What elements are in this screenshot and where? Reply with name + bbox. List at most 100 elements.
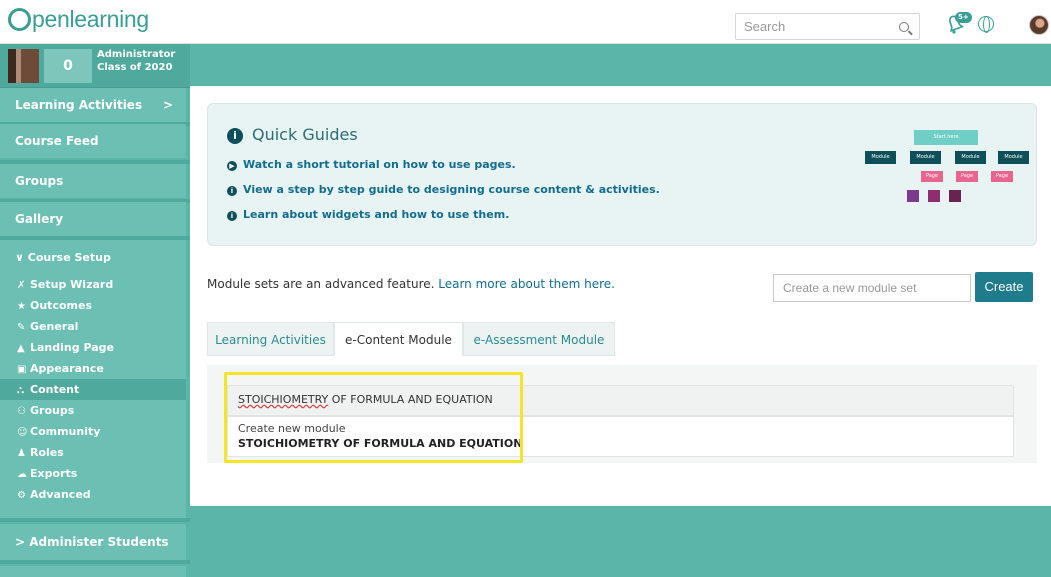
module-name-rest: OF FORMULA AND EQUATION <box>328 393 493 406</box>
wizard-icon: ✗ <box>17 280 26 291</box>
user-class: Class of 2020 <box>97 62 173 73</box>
guide-link-step-by-step[interactable]: i View a step by step guide to designing … <box>227 183 660 196</box>
quick-guides-panel: i Quick Guides ▶ Watch a short tutorial on… <box>207 103 1037 246</box>
star-icon: ★ <box>17 301 26 312</box>
search-icon[interactable] <box>899 22 909 32</box>
diagram-widget-node <box>928 190 940 202</box>
new-module-set-input[interactable] <box>783 281 963 295</box>
tab-e-assessment-module[interactable]: e-Assessment Module <box>463 322 615 356</box>
create-button[interactable]: Create <box>975 272 1033 302</box>
diagram-page-node: Page <box>956 171 978 182</box>
search-box[interactable] <box>735 13 920 40</box>
module-name-input[interactable]: STOICHIOMETRY OF FORMULA AND EQUATION <box>227 385 1014 416</box>
sitemap-icon: ⛬ <box>17 385 24 396</box>
info-icon: i <box>227 128 243 144</box>
quick-guides-heading: Quick Guides <box>252 125 358 144</box>
user-score: 0 <box>44 49 92 83</box>
setup-item-roles[interactable]: ♟ Roles <box>0 442 186 463</box>
setup-item-label: Setup Wizard <box>30 278 114 291</box>
chevron-right-icon: > <box>163 98 174 112</box>
nav-administer-students[interactable]: > Administer Students <box>0 524 186 560</box>
setup-item-landing-page[interactable]: ▲ Landing Page <box>0 337 186 358</box>
setup-item-label: Advanced <box>30 488 91 501</box>
setup-item-content[interactable]: ⛬ Content <box>0 379 186 400</box>
setup-item-groups[interactable]: ⚇ Groups <box>0 400 186 421</box>
diagram-widget-node <box>907 190 919 202</box>
module-sets-learn-more-link[interactable]: Learn more about them here. <box>438 277 615 291</box>
notification-badge: 5+ <box>955 12 972 23</box>
setup-item-label: Appearance <box>30 362 104 375</box>
divider <box>0 560 190 564</box>
nav-gallery[interactable]: Gallery <box>0 202 186 236</box>
nav-learning-activities[interactable]: Learning Activities > <box>0 88 186 122</box>
user-info[interactable]: Administrator Class of 2020 <box>97 48 175 74</box>
nav-label: Learning Activities <box>15 98 143 112</box>
gear-icon: ⚙ <box>17 490 26 501</box>
course-setup-toggle[interactable]: ∨ Course Setup <box>15 251 111 264</box>
setup-item-label: Landing Page <box>30 341 114 354</box>
new-module-set-field[interactable] <box>773 274 971 302</box>
notifications-button[interactable]: 5+ <box>943 12 972 38</box>
globe-icon[interactable] <box>978 16 994 33</box>
module-sets-text: Module sets are an advanced feature. Lea… <box>207 277 615 291</box>
diagram-start-node: Start here <box>914 130 978 145</box>
setup-item-appearance[interactable]: ▣ Appearance <box>0 358 186 379</box>
user-photo[interactable] <box>8 49 39 83</box>
diagram-module-node: Module <box>998 151 1029 164</box>
search-input[interactable] <box>744 19 884 34</box>
setup-item-outcomes[interactable]: ★ Outcomes <box>0 295 186 316</box>
setup-item-label: Community <box>30 425 101 438</box>
setup-item-label: Roles <box>30 446 64 459</box>
divider <box>0 518 190 522</box>
info-icon: i <box>227 186 237 196</box>
diagram-page-node: Page <box>991 171 1013 182</box>
guide-link-tutorial[interactable]: ▶ Watch a short tutorial on how to use pa… <box>227 158 516 171</box>
course-setup-section: ∨ Course Setup ✗ Setup Wizard ★ Outcomes ✎… <box>0 240 186 518</box>
diagram-module-node: Module <box>955 151 986 164</box>
setup-item-exports[interactable]: ☁ Exports <box>0 463 186 484</box>
nav-label: Administer Students <box>29 535 169 549</box>
users-icon: ⚇ <box>17 406 26 417</box>
misspelled-word: STOICHIOMETRY <box>238 393 329 406</box>
setup-item-label: Exports <box>30 467 78 480</box>
user-box: 0 Administrator Class of 2020 <box>0 44 190 88</box>
create-module-suggestion[interactable]: Create new module STOICHIOMETRY OF FORMU… <box>227 416 1014 457</box>
setup-item-setup-wizard[interactable]: ✗ Setup Wizard <box>0 274 186 295</box>
setup-item-advanced[interactable]: ⚙ Advanced <box>0 484 186 505</box>
sidebar: 0 Administrator Class of 2020 Learning A… <box>0 44 190 577</box>
diagram-module-node: Module <box>865 151 896 164</box>
module-content-area: STOICHIOMETRY OF FORMULA AND EQUATION Cr… <box>207 365 1037 463</box>
tab-learning-activities[interactable]: Learning Activities <box>207 322 334 356</box>
diagram-widget-node <box>949 190 961 202</box>
setup-item-general[interactable]: ✎ General <box>0 316 186 337</box>
tab-e-content-module[interactable]: e-Content Module <box>334 322 463 356</box>
course-structure-diagram: Start here Module Module Module Module P… <box>848 127 1038 237</box>
image-icon: ▣ <box>17 364 27 375</box>
nav-label: Groups <box>15 174 64 188</box>
guide-link-text: View a step by step guide to designing c… <box>243 183 660 196</box>
landing-icon: ▲ <box>17 343 25 354</box>
guide-link-widgets[interactable]: i Learn about widgets and how to use them… <box>227 208 509 221</box>
course-setup-label: Course Setup <box>27 251 111 264</box>
user-icon: ♟ <box>17 448 26 459</box>
nav-course-feed[interactable]: Course Feed <box>0 124 186 158</box>
play-icon: ▶ <box>227 161 237 171</box>
setup-item-label: Content <box>30 383 80 396</box>
logo-o-icon <box>8 8 31 31</box>
info-icon: i <box>227 211 237 221</box>
chevron-down-icon: ∨ <box>15 251 28 264</box>
nav-assessment[interactable] <box>0 566 186 577</box>
quick-guides-title: i Quick Guides <box>227 125 358 144</box>
user-name: Administrator <box>97 49 176 60</box>
setup-item-community[interactable]: ☺ Community <box>0 421 186 442</box>
module-sets-description: Module sets are an advanced feature. <box>207 277 439 291</box>
module-name-value: STOICHIOMETRY OF FORMULA AND EQUATION <box>238 393 493 406</box>
diagram-page-node: Page <box>921 171 943 182</box>
cloud-icon: ☁ <box>17 469 27 480</box>
user-avatar[interactable] <box>1029 15 1049 35</box>
openlearning-logo[interactable]: penlearning <box>8 6 149 33</box>
chevron-right-icon: > <box>15 535 30 549</box>
nav-groups[interactable]: Groups <box>0 164 186 198</box>
guide-link-text: Learn about widgets and how to use them. <box>243 208 510 221</box>
brand-name: penlearning <box>32 6 149 32</box>
